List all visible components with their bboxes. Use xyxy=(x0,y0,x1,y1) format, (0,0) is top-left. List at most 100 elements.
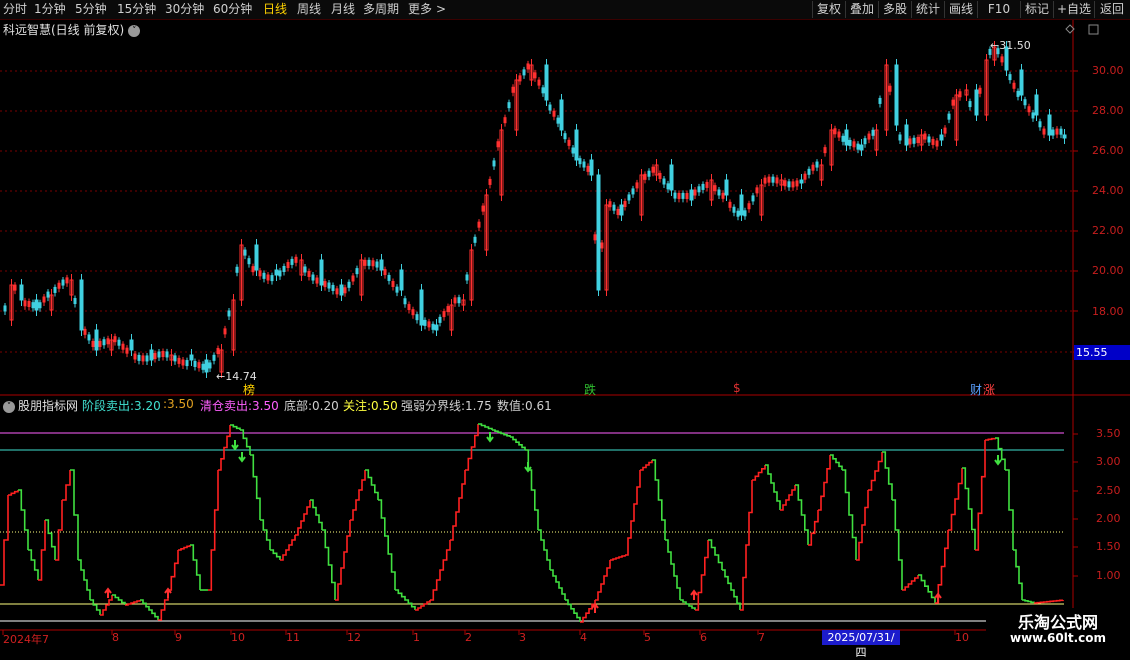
oscillator-segment xyxy=(595,560,611,601)
chevron-down-icon[interactable]: ˅ xyxy=(3,400,15,413)
oscillator-segment xyxy=(28,549,39,580)
x-axis-label: 5 xyxy=(644,631,651,644)
y-tick-label: 28.00 xyxy=(1092,104,1124,117)
candle-body xyxy=(974,89,979,116)
candle-body xyxy=(619,204,624,216)
x-axis-label: 7 xyxy=(758,631,765,644)
oscillator-segment xyxy=(45,519,56,560)
candle-body xyxy=(807,168,811,175)
candle-body xyxy=(165,351,169,358)
x-axis-label: 10 xyxy=(955,631,969,644)
event-marker-die[interactable]: 跌 xyxy=(584,381,596,398)
oscillator-segment xyxy=(190,544,201,590)
candle-body xyxy=(627,194,631,201)
oscillator-segment xyxy=(882,451,893,500)
oscillator-segment xyxy=(1005,469,1014,550)
candle-body xyxy=(189,354,194,361)
oscillator-segment xyxy=(918,574,936,603)
oscillator-segment xyxy=(430,540,451,601)
oscillator-segment xyxy=(395,589,416,610)
candle-body xyxy=(395,286,399,293)
candle-body xyxy=(1023,99,1027,106)
event-marker-bang[interactable]: 榜 xyxy=(243,381,255,398)
candle-body xyxy=(1008,74,1012,81)
oscillator-segment xyxy=(18,489,29,550)
ind-y-tick-label: 2.00 xyxy=(1096,512,1121,525)
oscillator-segment xyxy=(975,440,986,551)
oscillator-segment xyxy=(310,499,323,530)
candle-body xyxy=(968,101,972,108)
oscillator-segment xyxy=(985,437,996,441)
watermark-title: 乐淘公式网 xyxy=(1017,613,1098,632)
oscillator-segment xyxy=(365,469,379,500)
candle-body xyxy=(94,329,99,351)
ind-bottom: 底部:0.20 xyxy=(284,399,339,413)
oscillator-segment xyxy=(55,500,63,561)
candle-body xyxy=(102,339,106,346)
site-watermark: 乐淘公式网 www.60lt.com xyxy=(986,608,1130,650)
candle-body xyxy=(559,99,564,131)
candle-body xyxy=(278,270,282,277)
candle-body xyxy=(204,359,209,373)
oscillator-segment xyxy=(868,452,883,491)
candle-body xyxy=(574,129,579,161)
oscillator-segment xyxy=(240,429,251,455)
ind-watch: 关注:0.50 xyxy=(343,399,398,413)
candle-body xyxy=(379,259,384,271)
ind-clear-sell: 清仓卖出:3.50 xyxy=(200,399,279,413)
candle-body xyxy=(841,135,845,142)
current-price-badge: 15.55 xyxy=(1074,345,1130,360)
chevron-down-icon[interactable]: ˅ xyxy=(128,24,141,37)
oscillator-segment xyxy=(378,499,396,590)
candle-body xyxy=(859,144,864,151)
candle-body xyxy=(434,324,439,331)
candle-body xyxy=(947,113,951,120)
oscillator-segment xyxy=(935,530,949,604)
oscillator-segment xyxy=(780,485,796,511)
candle-body xyxy=(247,258,251,265)
chart-canvas[interactable] xyxy=(0,0,1130,650)
candle-body xyxy=(282,266,286,273)
candle-body xyxy=(327,282,331,289)
candle-body xyxy=(844,129,849,146)
candle-body xyxy=(46,291,50,298)
candle-body xyxy=(303,266,307,273)
event-marker-dollar[interactable]: $ xyxy=(733,381,741,395)
oscillator-segment xyxy=(818,455,831,511)
candle-body xyxy=(871,129,875,136)
candle-body xyxy=(1059,128,1063,135)
candle-body xyxy=(3,305,7,312)
candle-body xyxy=(208,362,212,369)
candle-body xyxy=(254,244,259,271)
candle-body xyxy=(243,249,247,256)
candle-body xyxy=(815,161,819,168)
oscillator-segment xyxy=(178,545,191,551)
candle-body xyxy=(898,134,902,141)
candle-body xyxy=(736,210,740,217)
oscillator-segment xyxy=(295,500,311,536)
ind-y-tick-label: 3.50 xyxy=(1096,427,1121,440)
ind-y-tick-label: 3.00 xyxy=(1096,455,1121,468)
event-marker-cai[interactable]: 财 xyxy=(970,381,982,398)
candle-body xyxy=(201,363,205,370)
ind-value: 数值:0.61 xyxy=(497,399,552,413)
oscillator-segment xyxy=(38,520,46,581)
candle-body xyxy=(311,274,315,281)
candle-body xyxy=(438,316,442,323)
oscillator-segment xyxy=(280,535,296,561)
oscillator-segment xyxy=(665,539,681,600)
candle-body xyxy=(145,355,149,362)
sell-arrow-icon xyxy=(994,455,1002,466)
panel-toggle-icon xyxy=(1088,24,1099,35)
candle-body xyxy=(724,179,729,196)
oscillator-segment xyxy=(465,424,479,471)
oscillator-segment xyxy=(680,599,696,610)
candle-body xyxy=(548,104,552,111)
oscillator-segment xyxy=(250,454,261,520)
candle-body xyxy=(589,159,594,176)
candle-body xyxy=(878,97,882,104)
event-marker-zhang[interactable]: 涨 xyxy=(983,381,995,398)
ind-y-tick-label: 1.50 xyxy=(1096,540,1121,553)
candle-body xyxy=(149,349,154,361)
oscillator-segment xyxy=(752,465,766,481)
